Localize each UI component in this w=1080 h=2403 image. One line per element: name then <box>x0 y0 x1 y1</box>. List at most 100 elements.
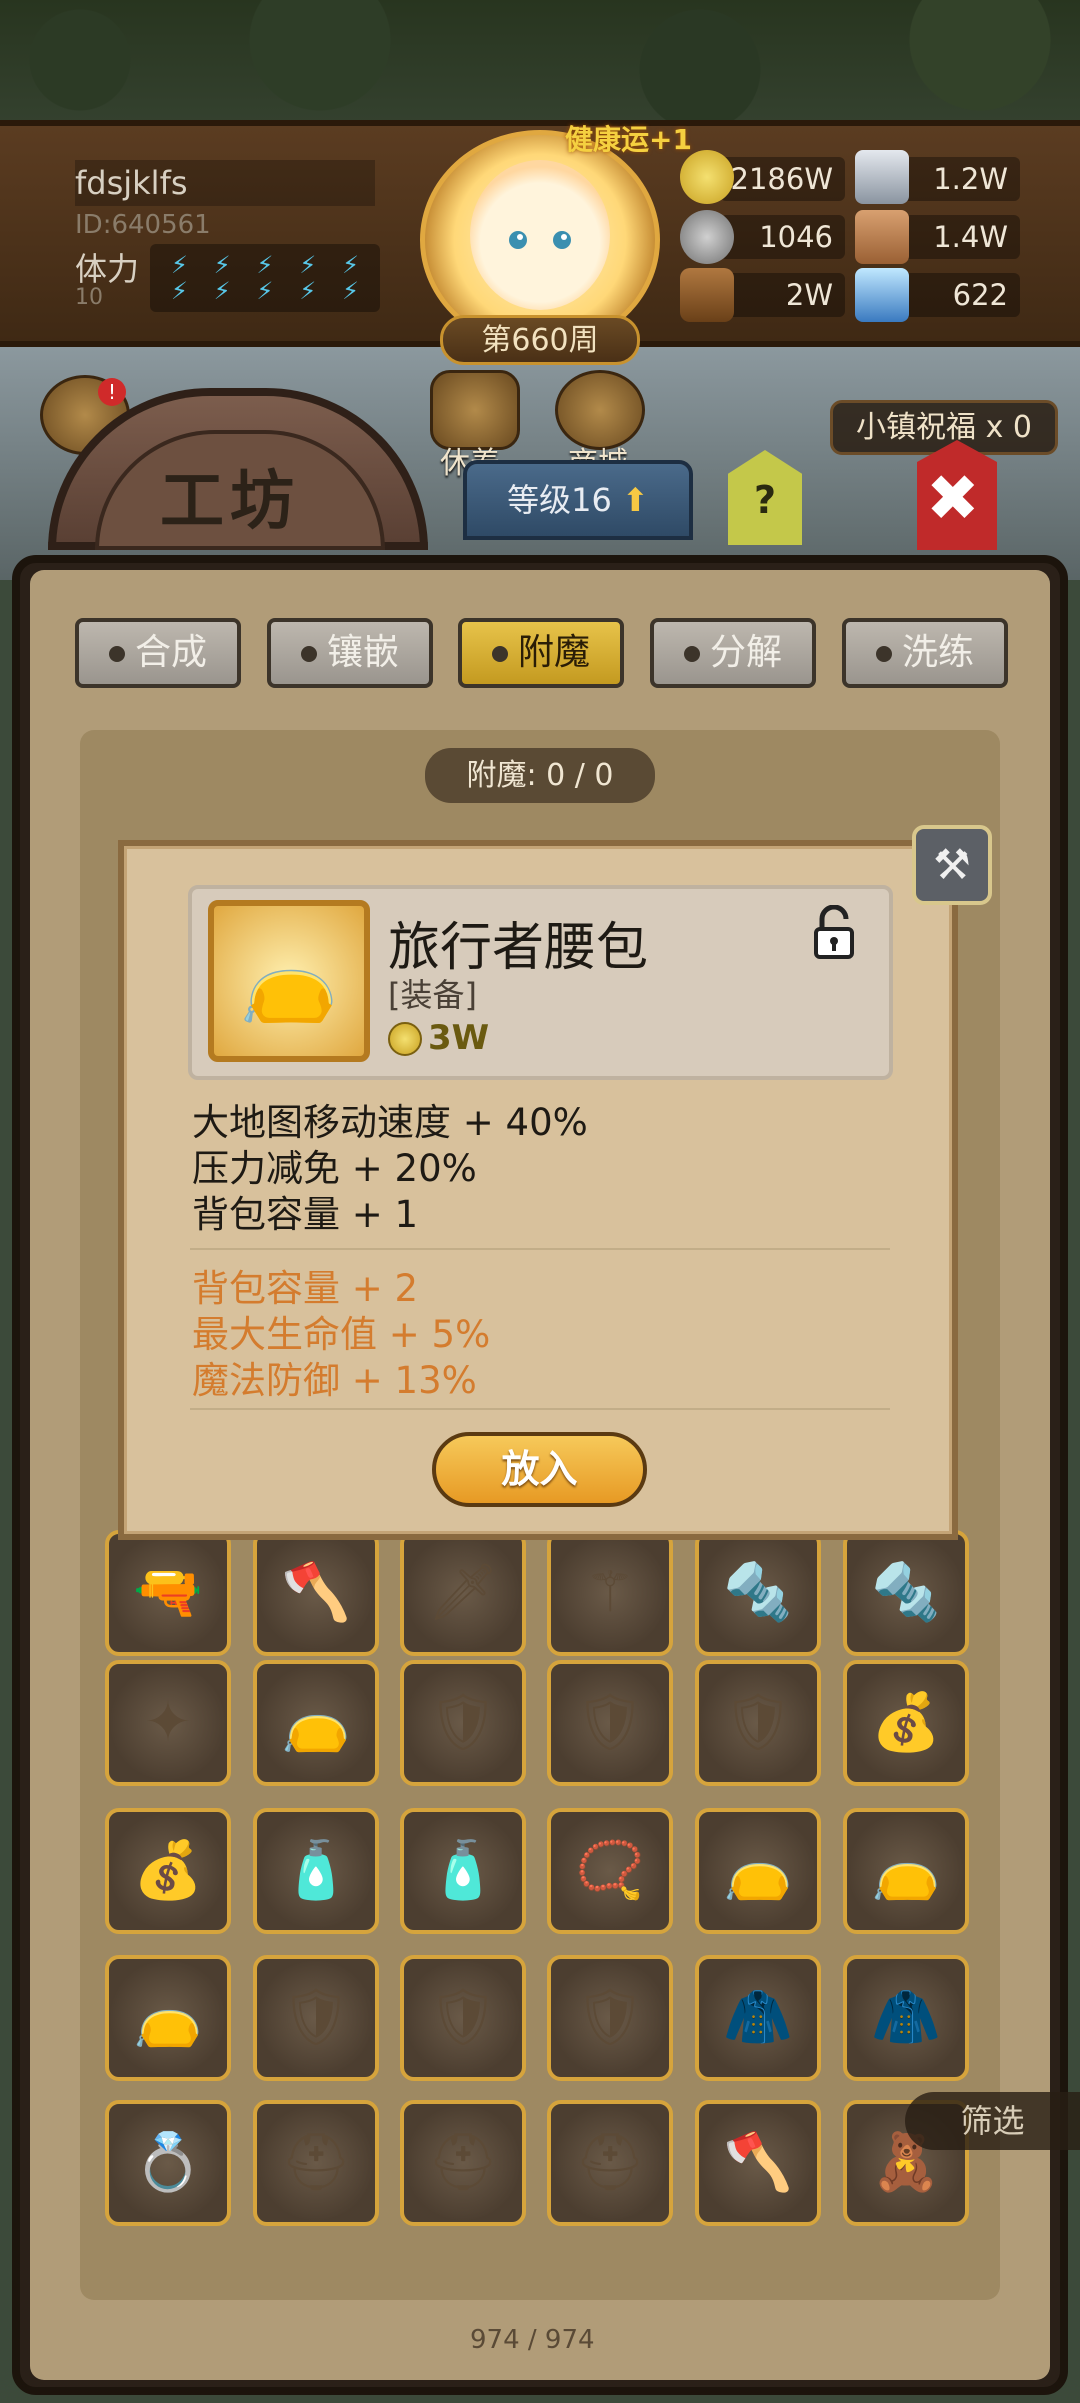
ore-icon <box>680 210 734 264</box>
unlock-icon[interactable] <box>812 905 856 959</box>
inventory-slot[interactable]: 🧴 <box>400 1808 526 1934</box>
tab-enchant[interactable]: 附魔 <box>458 618 624 688</box>
inventory-slot[interactable]: 🛡 <box>253 1955 379 2081</box>
arrow-up-icon: ⬆ <box>622 481 649 519</box>
divider <box>190 1408 890 1410</box>
bag-icon: 👝 <box>133 1985 203 2050</box>
helmet-icon: ⛑ <box>280 2130 352 2195</box>
base-stat: 背包容量 + 1 <box>192 1193 419 1236</box>
amulet-icon: 📿 <box>575 1838 645 1903</box>
week-badge: 第660周 <box>440 315 640 365</box>
axe-icon: 🪓 <box>723 2130 793 2195</box>
inventory-slot[interactable]: 🔫 <box>105 1530 231 1656</box>
iron-ingot-icon <box>855 150 909 204</box>
resource-ore: 1046 <box>720 215 845 259</box>
sack-icon: 💰 <box>133 1838 203 1903</box>
rivet-icon <box>683 646 700 662</box>
inventory-slot[interactable]: 💍 <box>105 2100 231 2226</box>
town-blessing-label[interactable]: 小镇祝福 x 0 <box>830 400 1058 455</box>
ring-icon: 💍 <box>133 2130 203 2195</box>
inventory-slot[interactable]: 🧥 <box>695 1955 821 2081</box>
inventory-slot[interactable]: 🔩 <box>695 1530 821 1656</box>
lightning-icon: ⚡ <box>299 251 317 279</box>
lucky-buff-text: 健康运+1 <box>565 123 692 156</box>
inventory-slot[interactable]: 🪓 <box>695 2100 821 2226</box>
inventory-slot[interactable]: 🛡 <box>400 1660 526 1786</box>
alert-badge-icon: ! <box>98 378 126 406</box>
player-id: ID:640561 <box>75 210 211 240</box>
shield-icon: 🛡 <box>574 1690 646 1755</box>
resource-gold: 2186W <box>720 157 845 201</box>
drill-icon: 🔩 <box>723 1560 793 1625</box>
axe-icon: 🪓 <box>281 1560 351 1625</box>
stamina-label: 体力 <box>75 250 140 288</box>
inventory-slot[interactable]: 🛡 <box>547 1955 673 2081</box>
shield-icon: 🛡 <box>427 1985 499 2050</box>
lightning-icon: ⚡ <box>256 277 274 305</box>
inventory-slot[interactable]: 📿 <box>547 1808 673 1934</box>
hammer-close-icon: ⚒ <box>933 840 971 889</box>
bag-icon: 👝 <box>871 1838 941 1903</box>
tab-decompose[interactable]: 分解 <box>650 618 816 688</box>
inventory-slot[interactable]: 👝 <box>843 1808 969 1934</box>
inventory-slot[interactable]: 🗡 <box>400 1530 526 1656</box>
staff-icon: ⚚ <box>584 1560 636 1625</box>
player-name: fdsjklfs <box>75 160 375 206</box>
place-in-button[interactable]: 放入 <box>432 1432 647 1507</box>
item-price: 3W <box>428 1018 490 1058</box>
inventory-slot[interactable]: 👝 <box>253 1660 379 1786</box>
inventory-slot[interactable]: 💰 <box>105 1808 231 1934</box>
waist-bag-icon: 👝 <box>208 900 370 1062</box>
inventory-slot[interactable]: 👝 <box>105 1955 231 2081</box>
hood-icon: 🧥 <box>871 1985 941 2050</box>
bag-icon: 👝 <box>281 1690 351 1755</box>
item-name: 旅行者腰包 <box>388 918 649 978</box>
inventory-slot[interactable]: 🛡 <box>400 1955 526 2081</box>
popup-close-button[interactable]: ⚒ <box>912 825 992 905</box>
wood-log-icon <box>680 268 734 322</box>
inventory-slot[interactable]: 🧴 <box>253 1808 379 1934</box>
tab-label: 洗练 <box>901 632 974 673</box>
inventory-slot[interactable]: 👝 <box>695 1808 821 1934</box>
resource-iron: 1.2W <box>895 157 1020 201</box>
inventory-slot[interactable]: 🛡 <box>547 1660 673 1786</box>
tab-refine[interactable]: 洗练 <box>842 618 1008 688</box>
tab-inlay[interactable]: 镶嵌 <box>267 618 433 688</box>
inventory-slot[interactable]: 🛡 <box>695 1660 821 1786</box>
rivet-icon <box>875 646 892 662</box>
scepter-icon: ✦ <box>144 1690 192 1755</box>
inventory-slot[interactable]: 🪓 <box>253 1530 379 1656</box>
inventory-slot[interactable]: ⚚ <box>547 1530 673 1656</box>
gold-coin-icon <box>388 1022 422 1056</box>
gold-coin-icon <box>680 150 734 204</box>
inventory-slot[interactable]: 💰 <box>843 1660 969 1786</box>
stamina-bar: ⚡ ⚡ ⚡ ⚡ ⚡ ⚡ ⚡ ⚡ ⚡ ⚡ <box>150 244 380 312</box>
inventory-slot[interactable]: 🧥 <box>843 1955 969 2081</box>
tab-synthesis[interactable]: 合成 <box>75 618 241 688</box>
rivet-icon <box>108 646 125 662</box>
tab-label: 附魔 <box>517 632 590 673</box>
lightning-icon: ⚡ <box>170 277 188 305</box>
avatar-eyes <box>509 231 571 249</box>
enchant-count: 附魔: 0 / 0 <box>425 748 655 803</box>
bottle-icon: 🧴 <box>281 1838 351 1903</box>
item-type: [装备] <box>388 976 477 1014</box>
resource-crystal: 622 <box>895 273 1020 317</box>
inventory-slot[interactable]: ⛑ <box>547 2100 673 2226</box>
close-icon: ✖ <box>926 462 980 536</box>
shield-icon: 🛡 <box>280 1985 352 2050</box>
level-upgrade-button[interactable]: 等级16 ⬆ <box>463 460 693 540</box>
helmet-icon: ⛑ <box>427 2130 499 2195</box>
bottle-icon: 🧴 <box>428 1838 498 1903</box>
filter-button[interactable]: 筛选 <box>905 2092 1080 2150</box>
lightning-icon: ⚡ <box>170 251 188 279</box>
inventory-slot[interactable]: ⛑ <box>253 2100 379 2226</box>
shield-icon: 🛡 <box>574 1985 646 2050</box>
lightning-icon: ⚡ <box>256 251 274 279</box>
inventory-slot[interactable]: ✦ <box>105 1660 231 1786</box>
inventory-slot[interactable]: ⛑ <box>400 2100 526 2226</box>
drill-icon: 🔩 <box>871 1560 941 1625</box>
item-count: 974 / 974 <box>470 2325 595 2355</box>
inventory-slot[interactable]: 🔩 <box>843 1530 969 1656</box>
tab-label: 分解 <box>709 632 782 673</box>
